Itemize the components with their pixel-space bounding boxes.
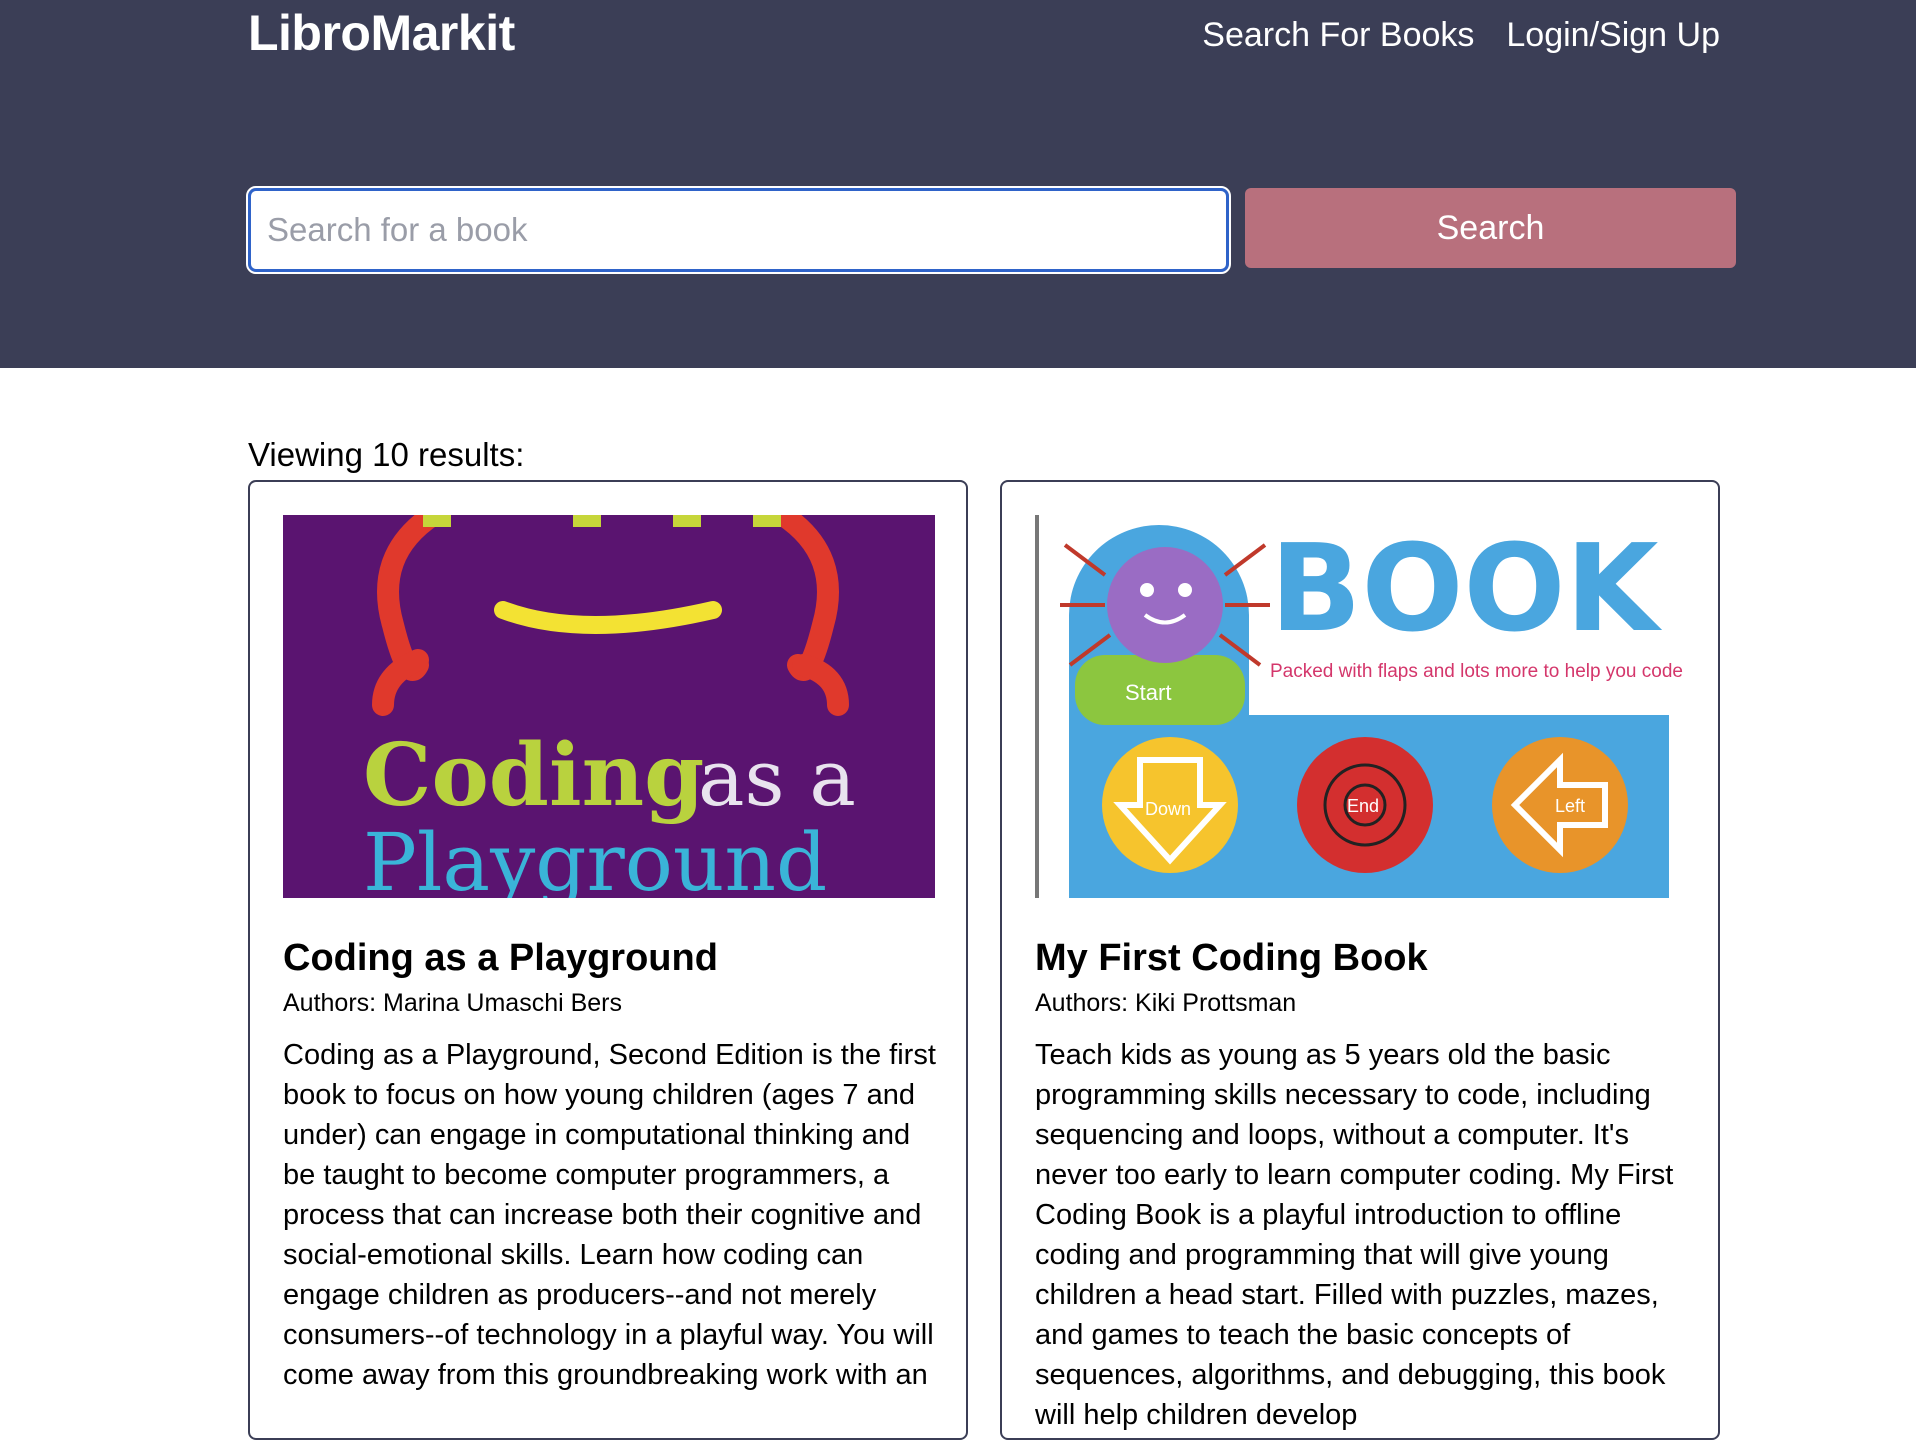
main-nav: Search For Books Login/Sign Up <box>1202 16 1720 55</box>
book-card[interactable]: Start BOOK Packed with flaps and lots mo… <box>1000 480 1720 1440</box>
book-card[interactable]: Coding as a Playground Coding as a Playg… <box>248 480 968 1440</box>
search-button[interactable]: Search <box>1245 188 1736 268</box>
cover-title-word: Playground <box>363 816 827 898</box>
cover-title-word: as a <box>698 734 856 824</box>
results-count: Viewing 10 results: <box>248 436 525 473</box>
book-description: Coding as a Playground, Second Edition i… <box>283 1039 936 1391</box>
search-input[interactable] <box>246 186 1231 274</box>
brand-logo[interactable]: LibroMarkit <box>248 4 515 62</box>
book-authors: Authors: Marina Umaschi Bers <box>283 989 623 1017</box>
cover-title-word: BOOK <box>1270 520 1662 659</box>
book-cover-image[interactable]: Start BOOK Packed with flaps and lots mo… <box>1035 515 1687 898</box>
book-authors: Authors: Kiki Prottsman <box>1035 989 1297 1017</box>
book-cover-image[interactable]: Coding as a Playground <box>283 515 935 898</box>
cover-subtitle: Packed with flaps and lots more to help … <box>1270 661 1687 682</box>
book-description: Teach kids as young as 5 years old the b… <box>1035 1039 1674 1431</box>
book-title[interactable]: Coding as a Playground <box>283 937 718 980</box>
cover-end-label: End <box>1347 796 1379 816</box>
cover-down-label: Down <box>1145 799 1191 819</box>
cover-start-label: Start <box>1125 680 1171 705</box>
site-header: LibroMarkit Search For Books Login/Sign … <box>0 0 1916 368</box>
nav-login-signup[interactable]: Login/Sign Up <box>1506 16 1720 55</box>
book-title[interactable]: My First Coding Book <box>1035 937 1428 980</box>
nav-search-for-books[interactable]: Search For Books <box>1202 16 1474 55</box>
cover-left-label: Left <box>1555 796 1585 816</box>
cover-title-word: Coding <box>363 725 704 826</box>
